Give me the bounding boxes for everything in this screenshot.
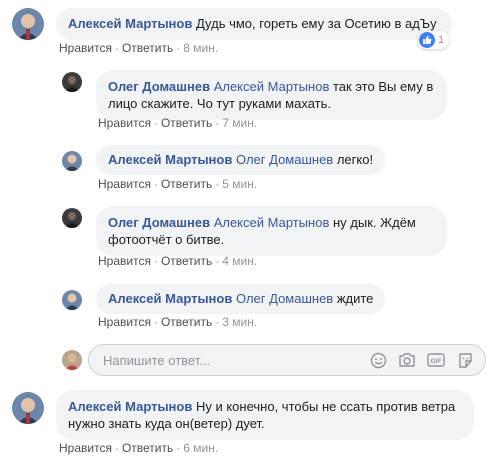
comment-author[interactable]: Олег Домашнев: [108, 215, 210, 230]
current-user-avatar[interactable]: [62, 350, 82, 370]
avatar[interactable]: [62, 151, 82, 171]
comment-bubble: Алексей Мартынов Дудь чмо, гореть ему за…: [56, 8, 452, 40]
comment-bubble: Олег Домашнев Алексей Мартынов так это В…: [96, 70, 447, 120]
avatar[interactable]: [12, 8, 44, 40]
svg-text:GIF: GIF: [431, 358, 442, 365]
like-link[interactable]: Нравится: [98, 116, 151, 130]
reply-link[interactable]: Ответить: [122, 441, 173, 455]
avatar[interactable]: [12, 392, 44, 424]
comment-bubble: Алексей Мартынов Олег Домашнев ждите: [96, 284, 386, 314]
mention[interactable]: Алексей Мартынов: [214, 215, 330, 230]
like-link[interactable]: Нравится: [98, 315, 151, 329]
timestamp[interactable]: 7 мин.: [222, 116, 257, 130]
comment-1: Алексей Мартынов Дудь чмо, гореть ему за…: [12, 8, 452, 40]
reply-4: Алексей Мартынов Олег Домашнев ждите: [62, 284, 386, 314]
avatar[interactable]: [62, 208, 82, 228]
reply-3: Олег Домашнев Алексей Мартынов ну дык. Ж…: [62, 206, 447, 256]
reaction-summary[interactable]: 1: [418, 31, 450, 49]
like-link[interactable]: Нравится: [98, 254, 151, 268]
timestamp[interactable]: 3 мин.: [222, 315, 257, 329]
mention[interactable]: Алексей Мартынов: [214, 79, 330, 94]
reply-link[interactable]: Ответить: [161, 177, 212, 191]
gif-icon[interactable]: GIF: [426, 350, 446, 370]
reply-2: Алексей Мартынов Олег Домашнев легко!: [62, 145, 386, 175]
comment-author[interactable]: Алексей Мартынов: [108, 152, 232, 167]
comment-text: ждите: [333, 291, 374, 306]
like-link[interactable]: Нравится: [59, 441, 112, 455]
like-icon: [419, 32, 435, 48]
comment-bubble: Алексей Мартынов Олег Домашнев легко!: [96, 145, 386, 175]
comment-actions: Нравится · Ответить · 4 мин.: [98, 254, 258, 268]
avatar[interactable]: [62, 72, 82, 92]
timestamp[interactable]: 4 мин.: [222, 254, 257, 268]
comment-actions: Нравится · Ответить · 5 мин.: [98, 177, 258, 191]
timestamp[interactable]: 8 мин.: [183, 41, 218, 55]
emoji-icon[interactable]: [368, 350, 388, 370]
like-link[interactable]: Нравится: [59, 41, 112, 55]
comment-bubble: Алексей Мартынов Ну и конечно, чтобы не …: [56, 390, 474, 440]
reply-link[interactable]: Ответить: [161, 116, 212, 130]
comment-author[interactable]: Алексей Мартынов: [68, 399, 192, 414]
comment-actions: Нравится · Ответить · 3 мин.: [98, 315, 258, 329]
reaction-count: 1: [438, 34, 445, 46]
sticker-icon[interactable]: [455, 350, 475, 370]
comment-actions: Нравится · Ответить · 7 мин.: [98, 116, 258, 130]
reply-input[interactable]: [103, 352, 359, 368]
comment-actions: Нравится · Ответить · 8 мин.: [59, 41, 219, 55]
reply-composer: GIF: [88, 344, 486, 376]
reply-link[interactable]: Ответить: [122, 41, 173, 55]
comment-actions: Нравится · Ответить · 6 мин.: [59, 441, 219, 455]
timestamp[interactable]: 6 мин.: [183, 441, 218, 455]
mention[interactable]: Олег Домашнев: [236, 291, 333, 306]
comment-text: легко!: [333, 152, 374, 167]
comment-bubble: Олег Домашнев Алексей Мартынов ну дык. Ж…: [96, 206, 447, 256]
reply-link[interactable]: Ответить: [161, 254, 212, 268]
comment-author[interactable]: Алексей Мартынов: [68, 16, 192, 31]
comment-text: Дудь чмо, гореть ему за Осетию в адЪу: [192, 16, 437, 31]
timestamp[interactable]: 5 мин.: [222, 177, 257, 191]
comment-author[interactable]: Олег Домашнев: [108, 79, 210, 94]
reply-link[interactable]: Ответить: [161, 315, 212, 329]
comment-2: Алексей Мартынов Ну и конечно, чтобы не …: [12, 390, 474, 440]
comment-author[interactable]: Алексей Мартынов: [108, 291, 232, 306]
reply-1: Олег Домашнев Алексей Мартынов так это В…: [62, 70, 447, 120]
like-link[interactable]: Нравится: [98, 177, 151, 191]
mention[interactable]: Олег Домашнев: [236, 152, 333, 167]
avatar[interactable]: [62, 290, 82, 310]
camera-icon[interactable]: [397, 350, 417, 370]
